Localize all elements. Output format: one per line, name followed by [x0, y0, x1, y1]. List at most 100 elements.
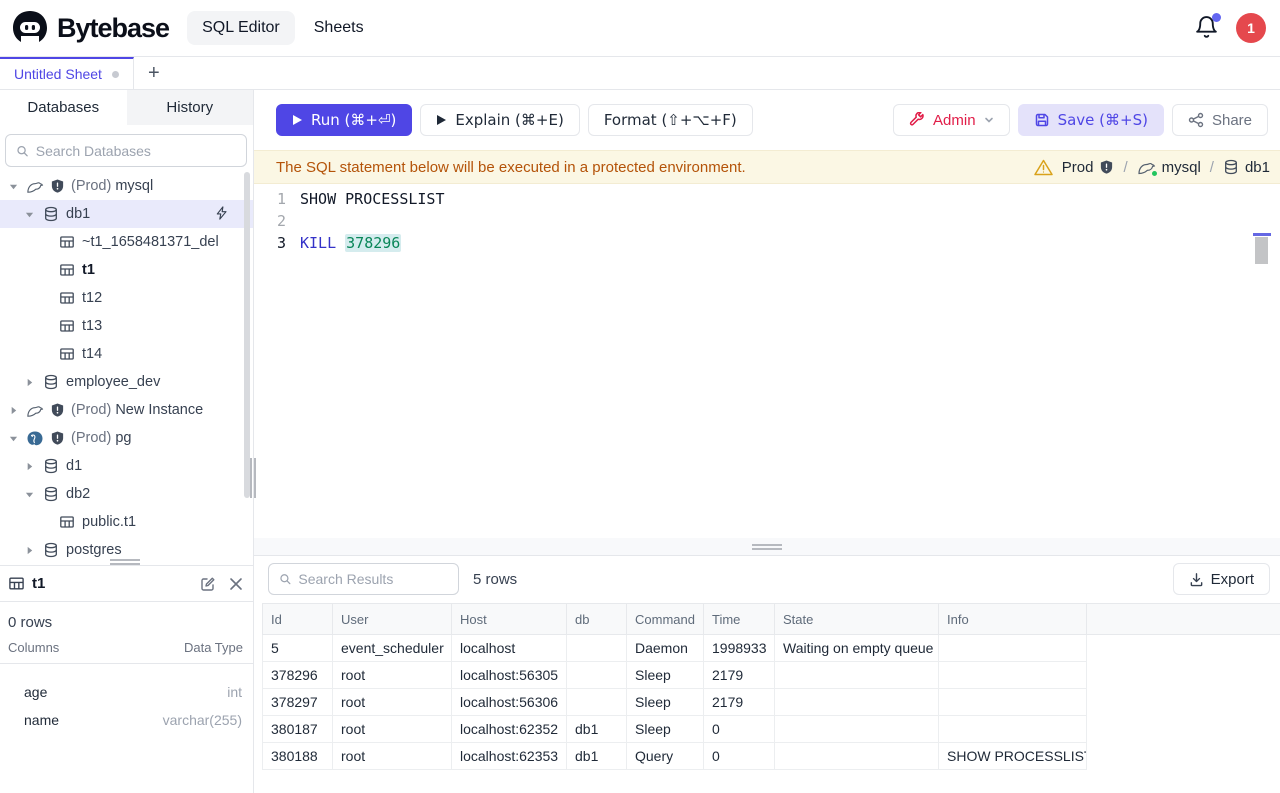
- tree-node-t12[interactable]: t12: [0, 284, 253, 312]
- column-header-user[interactable]: User: [333, 604, 452, 635]
- wrench-icon: [909, 112, 925, 128]
- brand-logo[interactable]: Bytebase: [0, 10, 169, 46]
- table-row[interactable]: 5event_schedulerlocalhostDaemon1998933Wa…: [263, 635, 1280, 662]
- tree-node--t1-1658481371-del[interactable]: ~t1_1658481371_del: [0, 228, 253, 256]
- editor-scrollbar[interactable]: [1255, 237, 1268, 264]
- tree-node-pg[interactable]: (Prod) pg: [0, 424, 253, 452]
- results-search[interactable]: [268, 563, 459, 595]
- shield-alert-icon: [50, 401, 65, 419]
- caret-right-icon[interactable]: [22, 375, 36, 389]
- tree-node-new-instance[interactable]: (Prod) New Instance: [0, 396, 253, 424]
- results-panel: 5 rows Export IdUserHostdbCommandTimeSta…: [254, 556, 1280, 793]
- database-search-input[interactable]: [36, 143, 236, 159]
- caret-down-icon[interactable]: [6, 179, 20, 193]
- schema-panel-header: t1: [0, 566, 253, 602]
- tree-node-employee-dev[interactable]: employee_dev: [0, 368, 253, 396]
- cell: root: [333, 716, 452, 743]
- nav-sql-editor[interactable]: SQL Editor: [187, 11, 295, 45]
- column-header-command[interactable]: Command: [627, 604, 704, 635]
- cell: 378297: [263, 689, 333, 716]
- caret-down-icon[interactable]: [22, 207, 36, 221]
- database-icon: [42, 485, 60, 503]
- breadcrumb-environment[interactable]: Prod: [1062, 159, 1115, 176]
- tree-node-t13[interactable]: t13: [0, 312, 253, 340]
- tree-node-label: employee_dev: [66, 374, 160, 390]
- results-search-input[interactable]: [298, 571, 448, 587]
- cell-filler: [1087, 716, 1280, 743]
- tree-node-t14[interactable]: t14: [0, 340, 253, 368]
- tab-history[interactable]: History: [127, 90, 254, 125]
- breadcrumb-instance[interactable]: mysql: [1137, 159, 1201, 176]
- cell: 2179: [704, 662, 775, 689]
- postgres-icon: [26, 429, 44, 447]
- table-icon: [58, 317, 76, 335]
- app-header: Bytebase SQL Editor Sheets 1: [0, 0, 1280, 57]
- schema-panel-resize-handle[interactable]: [110, 559, 140, 567]
- caret-right-icon[interactable]: [6, 403, 20, 417]
- share-button[interactable]: Share: [1172, 104, 1268, 136]
- column-header-state[interactable]: State: [775, 604, 939, 635]
- close-icon[interactable]: [227, 575, 245, 593]
- search-icon: [16, 144, 29, 158]
- admin-button[interactable]: Admin: [893, 104, 1010, 136]
- column-header-id[interactable]: Id: [263, 604, 333, 635]
- column-header-host[interactable]: Host: [452, 604, 567, 635]
- bytebase-sql-editor: Bytebase SQL Editor Sheets 1 Untitled Sh…: [0, 0, 1280, 793]
- export-button[interactable]: Export: [1173, 563, 1270, 595]
- sidebar-resize-handle[interactable]: [250, 458, 257, 498]
- format-button[interactable]: Format (⇧+⌥+F): [588, 104, 753, 136]
- table-row[interactable]: 380188rootlocalhost:62353db1Query0SHOW P…: [263, 743, 1280, 770]
- table-row[interactable]: 378297rootlocalhost:56306Sleep2179: [263, 689, 1280, 716]
- play-icon: [436, 114, 447, 126]
- explain-button[interactable]: Explain (⌘+E): [420, 104, 579, 136]
- database-label: db1: [1245, 159, 1270, 176]
- breadcrumb-database[interactable]: db1: [1223, 159, 1270, 176]
- new-sheet-button[interactable]: +: [134, 57, 174, 89]
- share-label: Share: [1212, 112, 1252, 129]
- line-number: 2: [254, 210, 300, 232]
- cell: Daemon: [627, 635, 704, 662]
- sidebar: Databases History (Prod) mysql db1~t1_165…: [0, 90, 253, 565]
- edit-table-icon[interactable]: [199, 575, 217, 593]
- tree-node-public-t1[interactable]: public.t1: [0, 508, 253, 536]
- notification-bell-icon[interactable]: [1194, 15, 1220, 41]
- cell: Sleep: [627, 662, 704, 689]
- caret-down-icon[interactable]: [22, 487, 36, 501]
- sidebar-scrollbar[interactable]: [244, 172, 250, 498]
- sheet-tab-bar: Untitled Sheet +: [0, 57, 1280, 90]
- avatar[interactable]: 1: [1236, 13, 1266, 43]
- sql-editor[interactable]: 1SHOW PROCESSLIST23KILL 378296: [254, 184, 1280, 538]
- save-button[interactable]: Save (⌘+S): [1018, 104, 1164, 136]
- table-row[interactable]: 380187rootlocalhost:62352db1Sleep0: [263, 716, 1280, 743]
- column-header-info[interactable]: Info: [939, 604, 1087, 635]
- table-icon: [58, 513, 76, 531]
- tab-untitled-sheet[interactable]: Untitled Sheet: [0, 57, 134, 89]
- database-search[interactable]: [5, 134, 247, 167]
- cell: 1998933: [704, 635, 775, 662]
- column-header-db[interactable]: db: [567, 604, 627, 635]
- tree-node-d1[interactable]: d1: [0, 452, 253, 480]
- database-icon: [1223, 159, 1239, 175]
- caret-right-icon[interactable]: [22, 543, 36, 557]
- cell: db1: [567, 743, 627, 770]
- run-button[interactable]: Run (⌘+⏎): [276, 104, 412, 136]
- row-count: 5 rows: [473, 571, 517, 588]
- caret-right-icon[interactable]: [22, 459, 36, 473]
- tree-node-db2[interactable]: db2: [0, 480, 253, 508]
- tree-node-label: (Prod) mysql: [71, 178, 153, 194]
- schema-row-count: 0 rows: [0, 602, 253, 631]
- cell: [939, 689, 1087, 716]
- line-number: 1: [254, 188, 300, 210]
- top-nav: SQL Editor Sheets: [187, 11, 378, 45]
- results-resize-divider[interactable]: [254, 538, 1280, 556]
- schema-actions: [199, 575, 245, 593]
- table-row[interactable]: 378296rootlocalhost:56305Sleep2179: [263, 662, 1280, 689]
- caret-down-icon[interactable]: [6, 431, 20, 445]
- tree-node-db1[interactable]: db1: [0, 200, 253, 228]
- tab-databases[interactable]: Databases: [0, 90, 127, 125]
- tree-node-mysql[interactable]: (Prod) mysql: [0, 172, 253, 200]
- lightning-icon[interactable]: [214, 205, 231, 222]
- tree-node-t1[interactable]: t1: [0, 256, 253, 284]
- column-header-time[interactable]: Time: [704, 604, 775, 635]
- nav-sheets[interactable]: Sheets: [299, 11, 379, 45]
